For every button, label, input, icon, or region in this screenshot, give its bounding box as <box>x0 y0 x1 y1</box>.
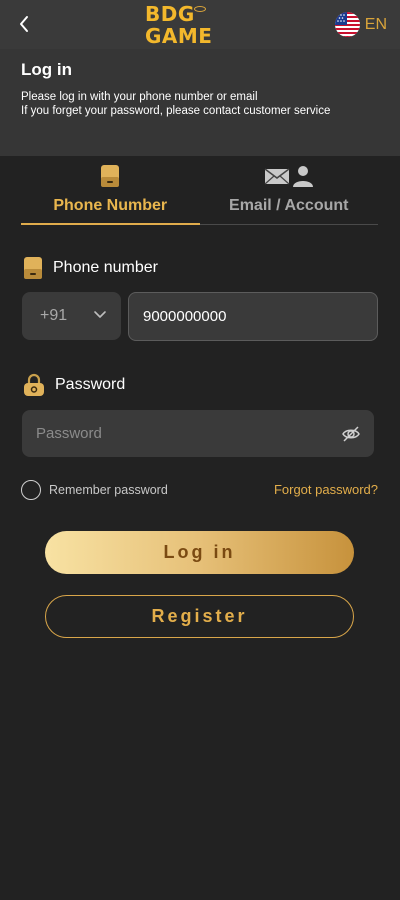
email-icon <box>264 168 290 185</box>
remember-password-label: Remember password <box>49 483 168 497</box>
user-icon <box>292 166 313 187</box>
phone-number-label: Phone number <box>22 256 158 280</box>
phone-icon <box>24 257 42 279</box>
password-label: Password <box>22 373 125 397</box>
password-field <box>22 410 374 457</box>
us-flag-icon <box>334 12 360 37</box>
country-code-value: +91 <box>40 307 68 324</box>
back-button[interactable] <box>12 12 36 36</box>
tab-label: Email / Account <box>229 197 349 214</box>
tab-label: Phone Number <box>53 197 168 214</box>
login-help-text: If you forget your password, please cont… <box>21 104 331 117</box>
remember-password-radio[interactable] <box>21 480 41 500</box>
login-header: Log in Please log in with your phone num… <box>0 49 400 156</box>
chevron-down-icon <box>94 311 106 318</box>
language-selector[interactable]: EN <box>334 12 387 37</box>
forgot-password-link[interactable]: Forgot password? <box>274 482 378 497</box>
bdg-game-logo: BDG GAME <box>145 3 255 47</box>
phone-icon <box>101 165 120 187</box>
password-label-text: Password <box>55 376 126 393</box>
register-button[interactable]: Register <box>45 595 354 638</box>
top-bar: BDG GAME EN <box>0 0 400 49</box>
tab-email-account[interactable]: Email / Account <box>200 156 379 224</box>
password-input[interactable] <box>22 410 374 457</box>
tab-phone-number[interactable]: Phone Number <box>21 156 200 225</box>
login-button[interactable]: Log in <box>45 531 354 574</box>
back-arrow-icon <box>20 16 28 32</box>
login-instructions: Please log in with your phone number or … <box>21 91 258 103</box>
logo-ornament <box>194 6 206 12</box>
phone-number-label-text: Phone number <box>53 259 158 276</box>
login-method-tabs: Phone Number Email / Account <box>21 156 378 225</box>
eye-off-icon[interactable] <box>341 424 361 444</box>
phone-number-input[interactable] <box>128 292 378 341</box>
lock-icon <box>24 373 44 396</box>
language-label: EN <box>364 15 387 33</box>
country-code-select[interactable]: +91 <box>22 292 121 340</box>
remember-password[interactable]: Remember password <box>21 480 168 500</box>
page-title: Log in <box>21 60 72 79</box>
